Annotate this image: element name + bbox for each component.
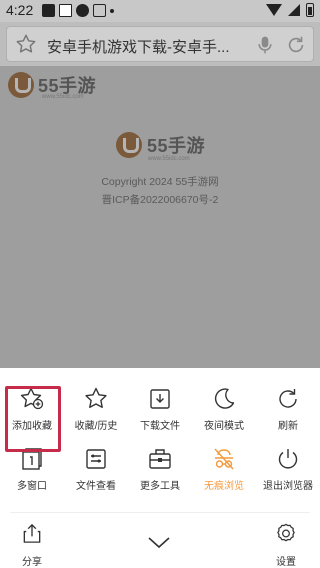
menu-item-label: 多窗口 [17,481,47,492]
dot-icon [110,9,114,13]
status-time: 4:22 [6,2,34,18]
chevron-down-icon[interactable] [147,536,171,550]
settings-label: 设置 [276,557,296,568]
menu-item-night-mode[interactable]: 夜间模式 [192,386,256,438]
page-title[interactable]: 安卓手机游戏下载-安卓手... [47,36,230,57]
notification-icon [76,4,89,17]
microphone-icon[interactable] [255,34,275,56]
menu-item-multi-window[interactable]: 多窗口 [0,446,64,498]
browser-menu-sheet: 添加收藏 收藏/历史 下载文件 夜间模式 刷新 多窗口 文件查看 更多工具 无痕… [0,368,320,568]
menu-item-bookmarks-history[interactable]: 收藏/历史 [64,386,128,438]
menu-item-file-viewer[interactable]: 文件查看 [64,446,128,498]
address-bar[interactable]: 安卓手机游戏下载-安卓手... [6,26,314,62]
status-bar: 4:22 [0,0,320,22]
battery-icon [306,3,314,17]
footer-logo: 55手游 [116,132,205,158]
menu-item-downloads[interactable]: 下载文件 [128,386,192,438]
menu-item-label: 下载文件 [140,421,180,432]
icp-text[interactable]: 晋ICP备2022006670号-2 [0,192,320,207]
logo-icon [116,132,142,158]
photo-icon [42,4,55,17]
a-icon [93,4,106,17]
file-view-icon [86,449,106,469]
incognito-icon [214,448,234,470]
refresh-icon [279,389,297,408]
logo-subtext: www.55idc.com [42,94,84,100]
moon-icon [214,388,235,409]
settings-button[interactable]: 设置 [254,522,318,568]
menu-item-label: 退出浏览器 [263,481,313,492]
divider [10,512,310,513]
power-icon [278,449,298,469]
wifi-icon [266,4,282,16]
menu-item-refresh[interactable]: 刷新 [256,386,320,438]
logo-icon [8,72,34,98]
logo-subtext: www.55idc.com [148,156,190,162]
star-icon [85,387,107,408]
reload-icon[interactable] [285,34,307,56]
logo-text: 55手游 [147,136,206,156]
web-page: 55手游 www.55idc.com 55手游 www.55idc.com Co… [0,66,320,368]
download-folder-icon [150,389,170,409]
star-icon[interactable] [15,33,37,55]
address-bar-container: 安卓手机游戏下载-安卓手... [0,22,320,66]
menu-item-label: 更多工具 [140,481,180,492]
menu-item-label: 夜间模式 [204,421,244,432]
gear-icon [277,523,295,542]
share-label: 分享 [22,557,42,568]
menu-item-incognito[interactable]: 无痕浏览 [192,446,256,498]
copyright-text: Copyright 2024 55手游网 [101,176,219,188]
menu-item-label: 文件查看 [76,481,116,492]
highlight-box [5,386,61,452]
menu-item-label: 刷新 [278,421,298,432]
menu-item-exit-browser[interactable]: 退出浏览器 [256,446,320,498]
signal-icon [288,4,300,16]
menu-item-label: 无痕浏览 [204,481,244,492]
menu-item-label: 收藏/历史 [74,421,118,432]
square-icon [59,4,72,17]
toolbox-icon [149,449,171,469]
share-button[interactable]: 分享 [0,522,64,568]
menu-item-more-tools[interactable]: 更多工具 [128,446,192,498]
share-icon [23,523,41,543]
